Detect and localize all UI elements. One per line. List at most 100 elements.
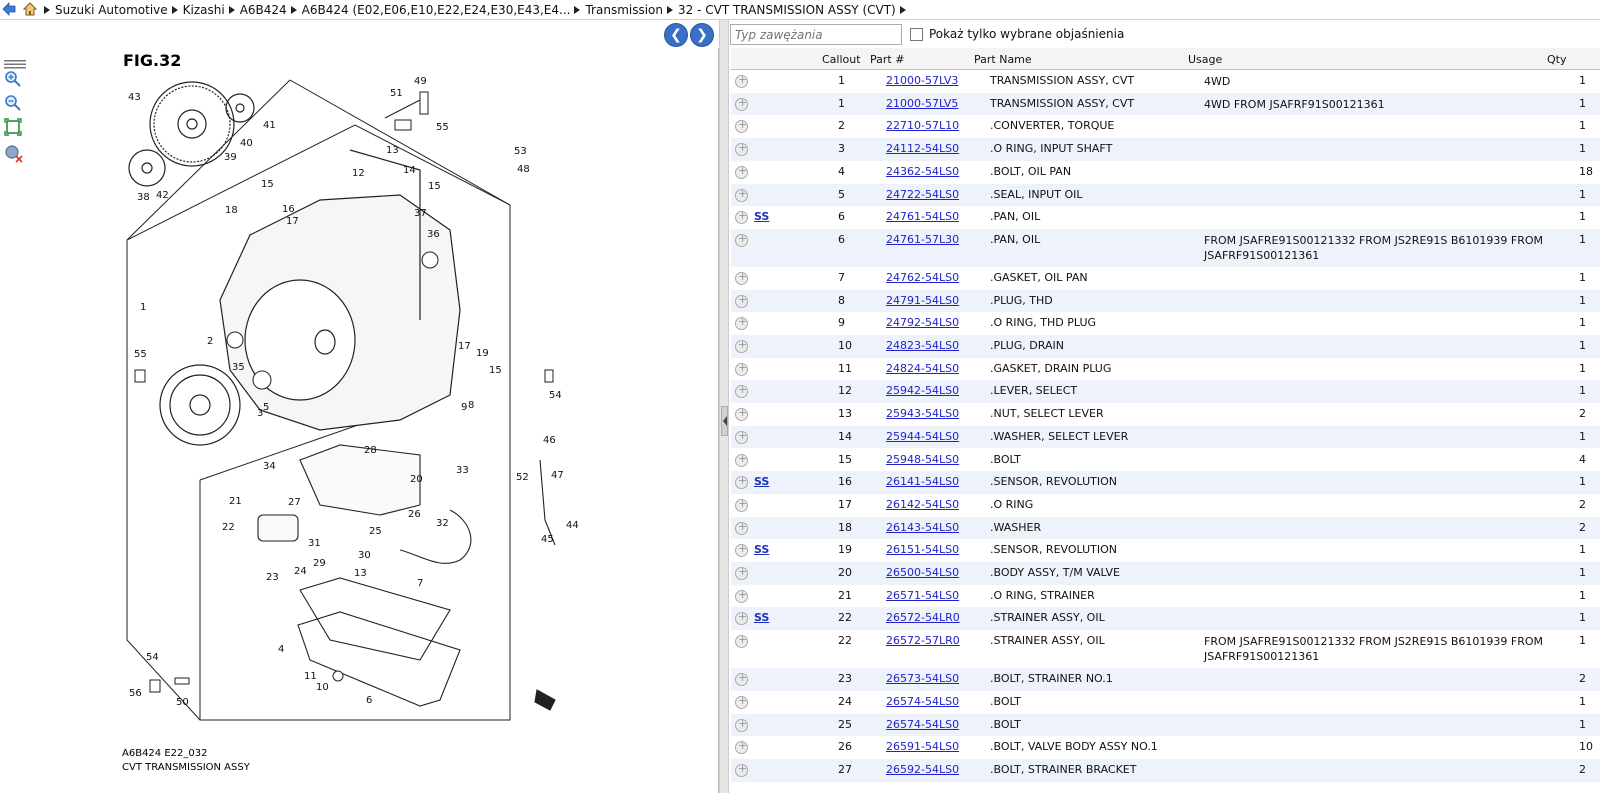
- part-number-link[interactable]: 25944-54LS0: [886, 430, 959, 443]
- part-number-link[interactable]: 21000-57LV3: [886, 74, 958, 87]
- expand-row-icon[interactable]: [735, 429, 748, 444]
- table-row[interactable]: 8 24791-54LS0 .PLUG, THD 1: [731, 289, 1600, 313]
- callout-number[interactable]: 16: [282, 204, 295, 215]
- part-number-link[interactable]: 26142-54LS0: [886, 498, 959, 511]
- table-row[interactable]: SS 19 26151-54LS0 .SENSOR, REVOLUTION 1: [731, 539, 1600, 562]
- table-row[interactable]: 22 26572-57LR0 .STRAINER ASSY, OIL FROM JSA…: [731, 630, 1600, 668]
- breadcrumb-item[interactable]: 32 - CVT TRANSMISSION ASSY (CVT): [667, 1, 896, 19]
- table-row[interactable]: 25 26574-54LS0 .BOLT 1: [731, 713, 1600, 737]
- callout-number[interactable]: 22: [222, 522, 235, 533]
- part-number-link[interactable]: 22710-57L10: [886, 119, 959, 132]
- part-number-link[interactable]: 24823-54LS0: [886, 339, 959, 352]
- table-row[interactable]: 5 24722-54LS0 .SEAL, INPUT OIL 1: [731, 183, 1600, 207]
- callout-number[interactable]: 52: [516, 472, 529, 483]
- callout-number[interactable]: 55: [134, 349, 147, 360]
- expand-row-icon[interactable]: [735, 542, 748, 558]
- callout-number[interactable]: 24: [294, 566, 307, 577]
- callout-number[interactable]: 23: [266, 572, 279, 583]
- show-selected-checkbox[interactable]: [910, 28, 923, 41]
- callout-number[interactable]: 43: [128, 92, 141, 103]
- illustration-pane[interactable]: 43 49 51 55 41 40 39 38 42 53 48 13 12 14 15 37 15 16 18 17…: [0, 48, 719, 793]
- zoom-in-icon[interactable]: [4, 70, 26, 90]
- expand-row-icon[interactable]: [735, 520, 748, 535]
- part-number-link[interactable]: 26571-54LS0: [886, 589, 959, 602]
- expand-row-icon[interactable]: [735, 762, 748, 777]
- part-number-link[interactable]: 24362-54LS0: [886, 165, 959, 178]
- callout-number[interactable]: 9: [461, 402, 467, 413]
- expand-row-icon[interactable]: [735, 141, 748, 157]
- part-number-link[interactable]: 24112-54LS0: [886, 142, 959, 155]
- expand-row-icon[interactable]: [735, 452, 748, 467]
- callout-number[interactable]: 30: [358, 550, 371, 561]
- clear-zoom-icon[interactable]: [4, 144, 26, 164]
- table-row[interactable]: 13 25943-54LS0 .NUT, SELECT LEVER 2: [731, 403, 1600, 426]
- breadcrumb-item[interactable]: Transmission: [574, 1, 663, 19]
- table-row[interactable]: 14 25944-54LS0 .WASHER, SELECT LEVER 1: [731, 425, 1600, 449]
- part-number-link[interactable]: 26592-54LS0: [886, 763, 959, 776]
- column-header-usage[interactable]: Usage: [1188, 53, 1222, 66]
- callout-number[interactable]: 14: [403, 165, 416, 176]
- table-row[interactable]: 12 25942-54LS0 .LEVER, SELECT 1: [731, 380, 1600, 404]
- expand-row-icon[interactable]: [735, 633, 748, 649]
- column-header-part-name[interactable]: Part Name: [974, 53, 1032, 66]
- expand-row-icon[interactable]: [735, 361, 748, 376]
- expand-row-icon[interactable]: [735, 497, 748, 512]
- callout-number[interactable]: 17: [286, 216, 299, 227]
- callout-number[interactable]: 13: [354, 568, 367, 579]
- table-row[interactable]: 6 24761-57L30 .PAN, OIL FROM JSAFRE91S00121…: [731, 228, 1600, 267]
- fit-to-window-icon[interactable]: [4, 118, 26, 138]
- table-row[interactable]: SS 16 26141-54LS0 .SENSOR, REVOLUTION 1: [731, 471, 1600, 494]
- callout-number[interactable]: 7: [417, 578, 423, 589]
- next-figure-button[interactable]: ❯: [690, 23, 714, 47]
- callout-number[interactable]: 17: [458, 341, 471, 352]
- callout-number[interactable]: 34: [263, 461, 276, 472]
- table-row[interactable]: 11 24824-54LS0 .GASKET, DRAIN PLUG 1: [731, 358, 1600, 381]
- callout-number[interactable]: 2: [207, 336, 213, 347]
- expand-row-icon[interactable]: [735, 338, 748, 353]
- callout-number[interactable]: 51: [390, 88, 403, 99]
- callout-number[interactable]: 42: [156, 190, 169, 201]
- expand-row-icon[interactable]: [735, 293, 748, 308]
- breadcrumb-item[interactable]: A6B424 (E02,E06,E10,E22,E24,E30,E43,E4..…: [290, 1, 570, 19]
- callout-number[interactable]: 26: [408, 509, 421, 520]
- callout-number[interactable]: 12: [352, 168, 365, 179]
- callout-number[interactable]: 21: [229, 496, 242, 507]
- callout-number[interactable]: 47: [551, 470, 564, 481]
- callout-number[interactable]: 4: [278, 644, 284, 655]
- expand-row-icon[interactable]: [735, 406, 748, 422]
- table-row[interactable]: 27 26592-54LS0 .BOLT, STRAINER BRACKET 2: [731, 758, 1600, 782]
- expand-row-icon[interactable]: [735, 118, 748, 134]
- callout-number[interactable]: 5: [263, 402, 269, 413]
- part-number-link[interactable]: 24761-54LS0: [886, 210, 959, 223]
- callout-number[interactable]: 55: [436, 122, 449, 133]
- callout-number[interactable]: 10: [316, 682, 329, 693]
- callout-number[interactable]: 15: [428, 181, 441, 192]
- callout-number[interactable]: 50: [176, 697, 189, 708]
- callout-number[interactable]: 36: [427, 229, 440, 240]
- callout-number[interactable]: 45: [541, 534, 554, 545]
- part-number-link[interactable]: 21000-57LV5: [886, 97, 958, 110]
- callout-number[interactable]: 38: [137, 192, 150, 203]
- part-number-link[interactable]: 25943-54LS0: [886, 407, 959, 420]
- supersession-link[interactable]: SS: [754, 475, 769, 488]
- expand-row-icon[interactable]: [735, 383, 748, 399]
- part-number-link[interactable]: 25948-54LS0: [886, 453, 959, 466]
- callout-number[interactable]: 15: [261, 179, 274, 190]
- callout-number[interactable]: 44: [566, 520, 579, 531]
- table-row[interactable]: 3 24112-54LS0 .O RING, INPUT SHAFT 1: [731, 138, 1600, 161]
- callout-number[interactable]: 15: [489, 365, 502, 376]
- part-number-link[interactable]: 26574-54LS0: [886, 718, 959, 731]
- expand-row-icon[interactable]: [735, 717, 748, 732]
- expand-row-icon[interactable]: [735, 588, 748, 603]
- table-row[interactable]: 10 24823-54LS0 .PLUG, DRAIN 1: [731, 335, 1600, 358]
- expand-row-icon[interactable]: [735, 315, 748, 331]
- table-row[interactable]: 7 24762-54LS0 .GASKET, OIL PAN 1: [731, 267, 1600, 290]
- part-number-link[interactable]: 26574-54LS0: [886, 695, 959, 708]
- callout-number[interactable]: 41: [263, 120, 276, 131]
- callout-number[interactable]: 35: [232, 362, 245, 373]
- expand-row-icon[interactable]: [735, 96, 748, 111]
- callout-number[interactable]: 53: [514, 146, 527, 157]
- callout-number[interactable]: 40: [240, 138, 253, 149]
- part-number-link[interactable]: 24762-54LS0: [886, 271, 959, 284]
- part-number-link[interactable]: 26151-54LS0: [886, 543, 959, 556]
